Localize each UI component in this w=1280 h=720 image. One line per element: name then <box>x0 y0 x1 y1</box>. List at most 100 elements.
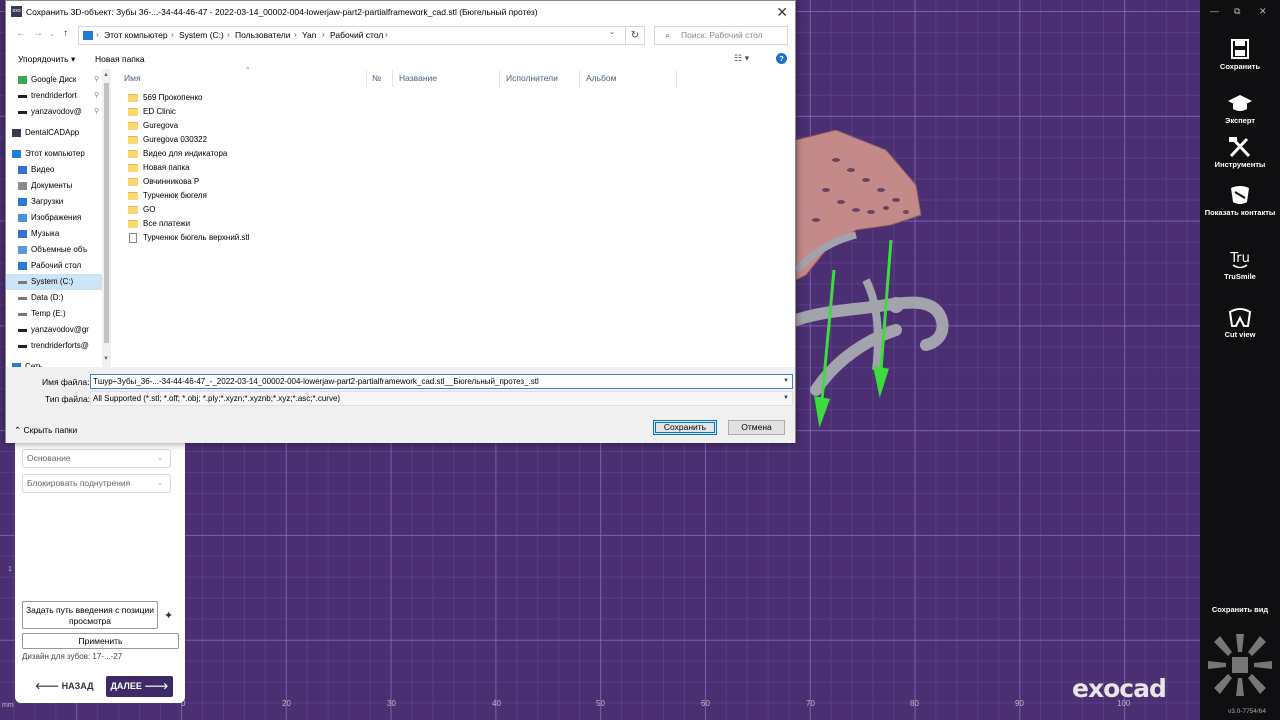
breadcrumb-item[interactable]: Пользователи <box>235 30 290 40</box>
toolbar-tools-button[interactable]: Инструменты <box>1200 136 1280 170</box>
column-divider[interactable] <box>676 70 677 87</box>
column-header-name[interactable]: Имя <box>124 73 141 83</box>
nav-item[interactable]: Документы <box>6 178 102 194</box>
folder-icon <box>128 122 138 130</box>
breadcrumb-item[interactable]: System (C:) <box>179 30 224 40</box>
nav-item[interactable]: yanzavodov@ ⚲ <box>6 104 102 120</box>
chevron-down-icon[interactable]: ▼ <box>783 375 789 388</box>
dialog-close-button[interactable]: ✕ <box>776 4 788 21</box>
ruler-tick: 90 <box>1015 699 1024 708</box>
nav-item[interactable]: DentalCADApp <box>6 125 102 141</box>
drive-icon <box>18 111 27 114</box>
toolbar-save-button[interactable]: Сохранить <box>1200 38 1280 72</box>
command-bar: Упорядочить ▾ Новая папка ☷ ▾ ? <box>6 48 795 69</box>
breadcrumb-item[interactable]: Yan <box>302 30 317 40</box>
nav-item[interactable]: Data (D:) <box>6 290 102 306</box>
vertical-ruler-label: 1 <box>8 566 12 573</box>
nav-item[interactable]: Музыка <box>6 226 102 242</box>
scroll-up-icon[interactable]: ▲ <box>103 72 109 78</box>
column-header-number[interactable]: № <box>372 73 381 83</box>
breadcrumb-item[interactable]: Рабочий стол <box>330 30 383 40</box>
next-button[interactable]: ДАЛЕЕ 🡒 <box>106 676 173 697</box>
minimize-button[interactable]: — <box>1210 6 1219 16</box>
nav-item[interactable]: Temp (E:) <box>6 306 102 322</box>
search-input[interactable]: ⌕ Поиск: Рабочий стол <box>654 26 788 45</box>
column-divider[interactable] <box>366 70 367 87</box>
column-divider[interactable] <box>499 70 500 87</box>
back-button[interactable]: 🡐 НАЗАД <box>35 677 94 695</box>
nav-item-label: trendriderfort <box>31 91 77 100</box>
save-view-label[interactable]: Сохранить вид <box>1200 605 1280 614</box>
cancel-button[interactable]: Отмена <box>728 420 785 435</box>
back-arrow-icon[interactable]: ← <box>16 28 26 39</box>
refresh-button[interactable]: ↻ <box>625 26 645 45</box>
nav-pane-scrollbar[interactable]: ▲ ▼ <box>102 69 111 367</box>
chevron-right-icon: › <box>322 30 325 39</box>
file-name: Новая папка <box>143 163 190 172</box>
sparkle-icon[interactable]: ✦ <box>164 609 173 622</box>
column-header-album[interactable]: Альбом <box>586 73 617 83</box>
nav-item[interactable]: Сеть <box>6 359 102 367</box>
pin-icon[interactable]: ⚲ <box>94 104 99 120</box>
up-arrow-icon[interactable]: ↑ <box>63 28 68 39</box>
nav-item[interactable]: Загрузки <box>6 194 102 210</box>
toolbar-trusmile-button[interactable]: Tru TruSmile <box>1200 248 1280 282</box>
folder-icon <box>128 178 138 186</box>
chevron-down-icon[interactable]: ▼ <box>783 392 789 405</box>
new-folder-button[interactable]: Новая папка <box>95 54 145 64</box>
3d-objects-icon <box>18 246 27 254</box>
nav-item-label: Изображения <box>31 213 82 222</box>
filename-field[interactable]: Тшур÷Зубы_36-...-34-44-46-47_-_2022-03-1… <box>90 374 793 389</box>
scroll-down-icon[interactable]: ▼ <box>103 356 109 362</box>
chevron-down-icon[interactable]: ⌄ <box>49 30 55 38</box>
nav-item[interactable]: Рабочий стол <box>6 258 102 274</box>
app-close-button[interactable]: ✕ <box>1259 6 1267 17</box>
apply-button[interactable]: Применить <box>22 633 179 649</box>
pin-icon[interactable]: ⚲ <box>94 88 99 104</box>
nav-item[interactable]: trendriderfort ⚲ <box>6 88 102 104</box>
help-icon[interactable]: ? <box>776 53 787 64</box>
chevron-down-icon[interactable]: ⌄ <box>609 28 615 36</box>
toolbar-cut-view-button[interactable]: Cut view <box>1200 306 1280 340</box>
toolbar-expert-button[interactable]: Эксперт <box>1200 92 1280 126</box>
nav-item[interactable]: trendriderforts@ <box>6 338 102 354</box>
nav-item[interactable]: Изображения <box>6 210 102 226</box>
dental-model-3d[interactable] <box>796 130 966 440</box>
base-dropdown[interactable]: Основание ⌄ <box>22 449 171 468</box>
save-button[interactable]: Сохранить <box>653 420 717 435</box>
view-cube-navigator[interactable] <box>1208 632 1272 698</box>
toolbar-expert-label: Эксперт <box>1224 116 1256 125</box>
view-options-button[interactable]: ☷ ▾ <box>734 53 749 64</box>
nav-item[interactable]: yanzavodov@gr <box>6 322 102 338</box>
base-dropdown-value: Основание <box>27 453 71 463</box>
breadcrumb-item[interactable]: Этот компьютер <box>104 30 168 40</box>
nav-item-label: Рабочий стол <box>31 261 82 270</box>
toolbar-contacts-button[interactable]: Показать контакты <box>1200 184 1280 218</box>
nav-item[interactable]: Этот компьютер <box>6 146 102 162</box>
chevron-right-icon: › <box>171 30 174 39</box>
dialog-title-bar[interactable]: exo Сохранить 3D-объект: Зубы 36-...-34-… <box>6 1 795 23</box>
nav-item[interactable]: System (C:) <box>6 274 102 290</box>
nav-item[interactable]: Объемные объ <box>6 242 102 258</box>
nav-item[interactable]: Видео <box>6 162 102 178</box>
block-undercuts-dropdown[interactable]: Блокировать поднутрения ⌄ <box>22 474 171 493</box>
toolbar-cut-view-label: Cut view <box>1224 330 1256 339</box>
hide-folders-toggle[interactable]: ⌃ Скрыть папки <box>14 425 77 436</box>
ruler-tick: 20 <box>282 699 291 708</box>
pin-icon[interactable]: ⚲ <box>94 72 99 88</box>
organize-button[interactable]: Упорядочить ▾ <box>18 54 75 65</box>
scrollbar-thumb[interactable] <box>104 83 109 343</box>
filetype-value: All Supported (*.stl; *.off; *.obj; *.pl… <box>93 394 341 403</box>
column-divider[interactable] <box>392 70 393 87</box>
nav-item-label: Документы <box>31 181 73 190</box>
column-divider[interactable] <box>579 70 580 87</box>
block-undercuts-value: Блокировать поднутрения <box>27 478 131 488</box>
column-header-title[interactable]: Название <box>399 73 437 83</box>
nav-item[interactable]: Google Диск ⚲ <box>6 72 102 88</box>
column-header-artists[interactable]: Исполнители <box>506 73 558 83</box>
restore-button[interactable]: ⧉ <box>1234 6 1240 17</box>
set-insertion-path-button[interactable]: Задать путь введения с позиции просмотра <box>22 601 158 629</box>
forward-arrow-icon[interactable]: → <box>33 28 43 39</box>
filetype-select[interactable]: All Supported (*.stl; *.off; *.obj; *.pl… <box>90 391 793 406</box>
address-bar[interactable]: › Этот компьютер › System (C:) › Пользов… <box>78 26 626 45</box>
